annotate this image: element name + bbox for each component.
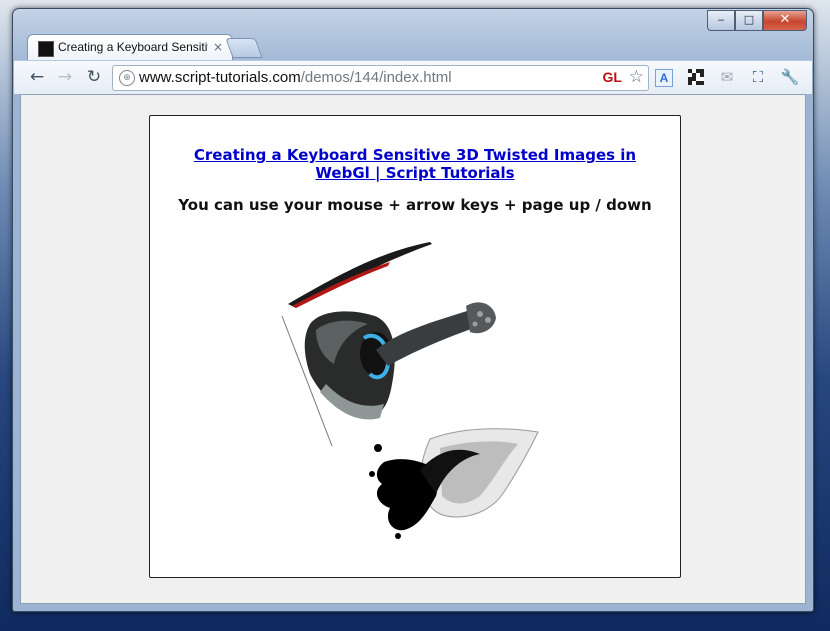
url-host: www.script-tutorials.com: [139, 69, 301, 86]
window-controls: ‒ □ ✕: [707, 10, 807, 31]
fullscreen-icon[interactable]: ⛶: [748, 67, 768, 87]
address-bar[interactable]: ⊕ www.script-tutorials.com/demos/144/ind…: [112, 65, 649, 91]
url-text[interactable]: www.script-tutorials.com/demos/144/index…: [139, 69, 452, 86]
translate-icon[interactable]: A: [655, 69, 673, 87]
globe-icon: ⊕: [119, 70, 135, 86]
demo-container: Creating a Keyboard Sensitive 3D Twisted…: [149, 115, 681, 578]
reload-icon[interactable]: ↻: [83, 67, 105, 87]
browser-tab[interactable]: Creating a Keyboard Sensitive 3D Twisted…: [27, 34, 233, 61]
minimize-button[interactable]: ‒: [707, 10, 735, 31]
toolbar: ← → ↻ ⊕ www.script-tutorials.com/demos/1…: [14, 60, 812, 94]
new-tab-button[interactable]: [225, 38, 263, 58]
browser-window: ‒ □ ✕ Creating a Keyboard Sensitive 3D T…: [12, 8, 814, 612]
forward-arrow-icon[interactable]: →: [54, 67, 76, 87]
tab-close-button[interactable]: ×: [210, 38, 226, 56]
instructions-text: You can use your mouse + arrow keys + pa…: [178, 196, 652, 214]
favicon-icon: [38, 41, 54, 57]
close-window-button[interactable]: ✕: [763, 10, 807, 31]
joystick-image: [281, 302, 496, 447]
mail-icon[interactable]: ✉: [717, 67, 737, 87]
page-viewport: Creating a Keyboard Sensitive 3D Twisted…: [20, 94, 806, 604]
url-path: /demos/144/index.html: [300, 69, 452, 86]
wrench-icon[interactable]: 🔧: [780, 67, 800, 87]
tab-title: Creating a Keyboard Sensitive 3D Twisted…: [58, 40, 208, 54]
webgl-canvas[interactable]: [280, 234, 550, 564]
twisted-image-strip: [288, 242, 432, 308]
maximize-button[interactable]: □: [735, 10, 763, 31]
webgl-badge[interactable]: GL: [603, 69, 622, 85]
page-title-link[interactable]: Creating a Keyboard Sensitive 3D Twisted…: [168, 146, 662, 182]
qr-code-icon[interactable]: [686, 67, 706, 87]
ink-splash-image: [369, 428, 539, 539]
back-arrow-icon[interactable]: ←: [26, 67, 48, 87]
bookmark-star-icon[interactable]: ☆: [629, 67, 644, 87]
